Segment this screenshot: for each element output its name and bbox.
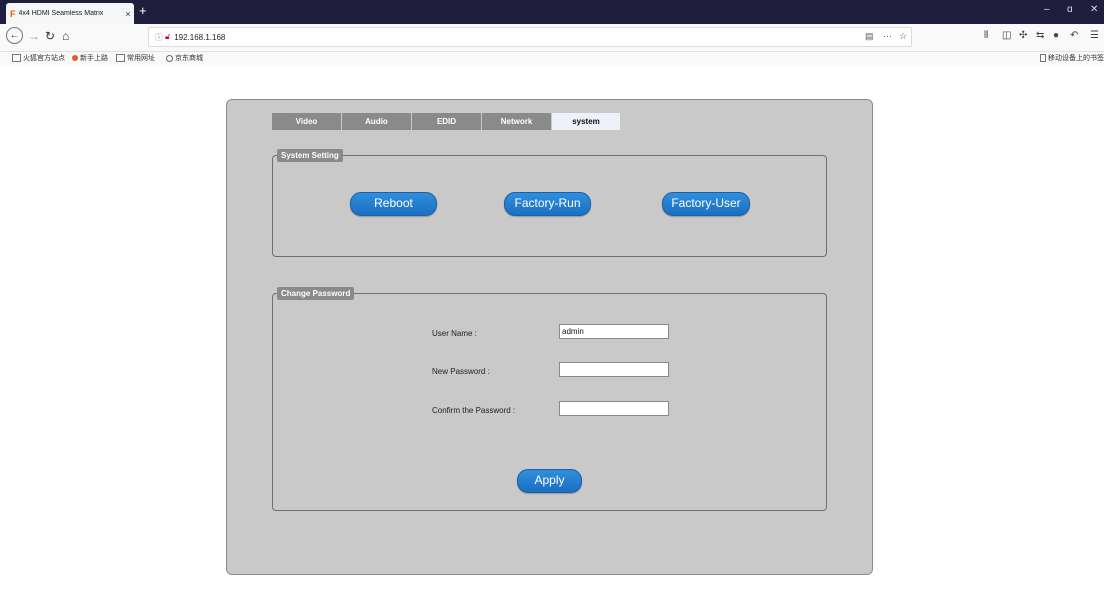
insecure-lock-icon: 🔓︎ xyxy=(165,32,171,41)
system-setting-legend: System Setting xyxy=(277,149,343,162)
browser-navbar: ← → ↻ ⌂ ⓘ 🔓︎ 192.168.1.168 ▤ ··· ☆ ⫴ ◫ ✣… xyxy=(0,24,1104,52)
info-icon[interactable]: ⓘ xyxy=(155,32,163,43)
forward-arrow-icon[interactable]: → xyxy=(28,29,40,43)
change-password-group: Change Password User Name : New Password… xyxy=(272,287,827,511)
home-icon[interactable]: ⌂ xyxy=(62,29,69,43)
bookmark-item[interactable]: 常用网址 xyxy=(116,53,155,63)
folder-icon xyxy=(12,54,21,62)
url-text[interactable]: 192.168.1.168 xyxy=(174,33,225,42)
factory-run-button[interactable]: Factory-Run xyxy=(504,192,591,216)
browser-tab[interactable]: F 4x4 HDMI Seamless Matrix × xyxy=(6,3,134,24)
firefox-icon: F xyxy=(10,8,16,19)
mobile-bookmarks[interactable]: 移动设备上的书签 xyxy=(1040,53,1104,63)
browser-tab-title: 4x4 HDMI Seamless Matrix xyxy=(18,10,104,17)
section-tabs: Video Audio EDID Network system xyxy=(272,113,621,130)
bookmarks-toolbar: 火狐官方站点 新手上路 常用网址 京东商城 移动设备上的书签 xyxy=(0,52,1104,66)
maximize-window-button[interactable]: ɑ xyxy=(1067,4,1073,15)
user-name-label: User Name : xyxy=(432,329,477,338)
new-password-label: New Password : xyxy=(432,367,490,376)
tab-video[interactable]: Video xyxy=(272,113,341,130)
url-bar[interactable]: ⓘ 🔓︎ 192.168.1.168 ▤ ··· ☆ xyxy=(148,27,912,47)
reader-view-icon[interactable]: ▤ xyxy=(865,31,874,42)
reboot-button[interactable]: Reboot xyxy=(350,192,437,216)
matrix-config-panel: Video Audio EDID Network system System S… xyxy=(226,99,873,575)
extension-icon[interactable]: ✣ xyxy=(1019,30,1027,41)
page-actions-icon[interactable]: ··· xyxy=(883,31,892,41)
close-tab-icon[interactable]: × xyxy=(122,9,134,19)
bookmark-favicon-icon xyxy=(72,55,78,61)
confirm-password-label: Confirm the Password : xyxy=(432,406,516,415)
chat-icon[interactable]: ● xyxy=(1053,30,1059,41)
new-tab-button[interactable]: + xyxy=(139,4,147,18)
sidebar-icon[interactable]: ◫ xyxy=(1002,30,1011,41)
tab-system[interactable]: system xyxy=(552,113,620,130)
close-window-button[interactable]: ✕ xyxy=(1090,4,1098,15)
sync-icon[interactable]: ⇆ xyxy=(1036,30,1044,41)
back-arrow-icon[interactable]: ← xyxy=(6,27,23,44)
change-password-legend: Change Password xyxy=(277,287,355,300)
globe-icon xyxy=(166,54,173,62)
apply-button[interactable]: Apply xyxy=(517,469,582,493)
confirm-password-input[interactable] xyxy=(559,401,669,416)
factory-user-button[interactable]: Factory-User xyxy=(662,192,750,216)
menu-icon[interactable]: ☰ xyxy=(1090,30,1099,41)
system-setting-group: System Setting Reboot Factory-Run Factor… xyxy=(272,149,827,257)
bookmark-item[interactable]: 京东商城 xyxy=(166,53,203,63)
reload-icon[interactable]: ↻ xyxy=(45,29,55,43)
folder-icon xyxy=(1040,54,1046,62)
library-icon[interactable]: ⫴ xyxy=(984,30,988,41)
browser-titlebar: F 4x4 HDMI Seamless Matrix × + – ɑ ✕ xyxy=(0,0,1104,24)
user-name-input[interactable] xyxy=(559,324,669,339)
bookmark-item[interactable]: 火狐官方站点 xyxy=(12,53,65,63)
tab-network[interactable]: Network xyxy=(482,113,551,130)
undo-icon[interactable]: ↶ xyxy=(1070,30,1078,41)
tab-audio[interactable]: Audio xyxy=(342,113,411,130)
bookmark-item[interactable]: 新手上路 xyxy=(72,53,108,63)
bookmark-star-icon[interactable]: ☆ xyxy=(899,31,907,42)
new-password-input[interactable] xyxy=(559,362,669,377)
tab-edid[interactable]: EDID xyxy=(412,113,481,130)
minimize-window-button[interactable]: – xyxy=(1044,4,1050,15)
folder-icon xyxy=(116,54,125,62)
